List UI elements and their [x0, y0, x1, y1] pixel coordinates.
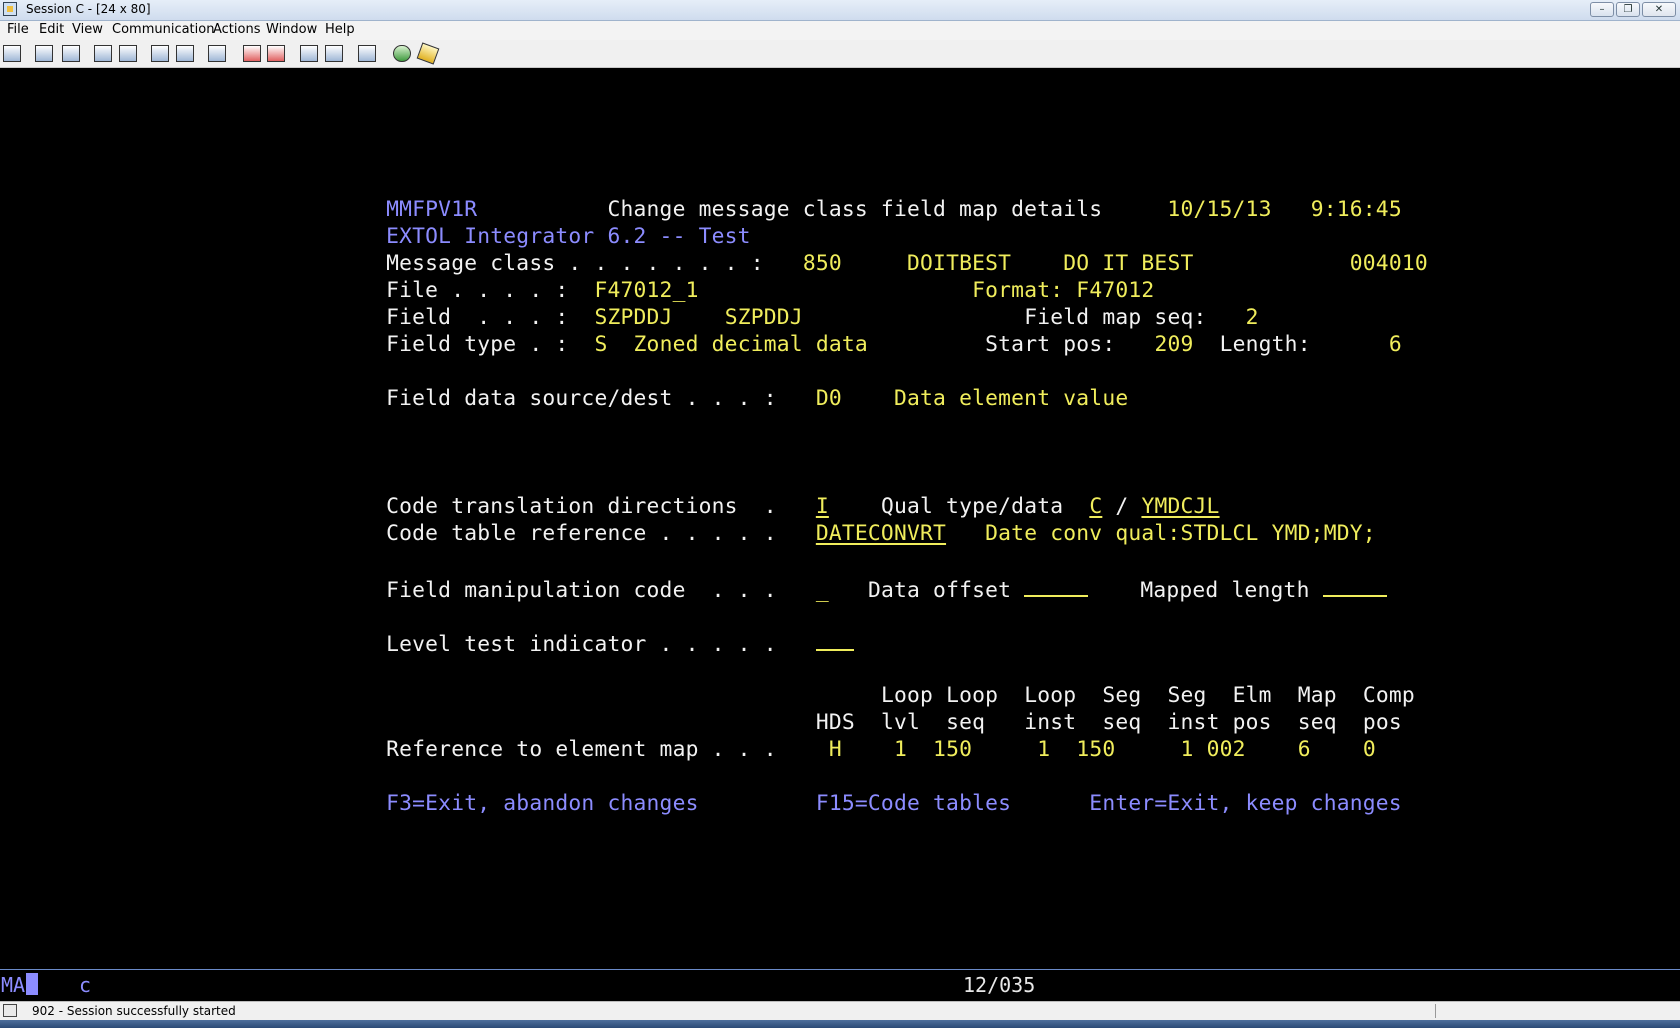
length-value: 6 — [1388, 332, 1402, 357]
level-test-row: Level test indicator . . . . . — [334, 603, 854, 657]
source-desc: Data element value — [893, 386, 1129, 411]
source-code: D0 — [815, 386, 842, 411]
start-pos-label: Start pos: — [985, 332, 1116, 357]
cursor-position: 12/035 — [963, 973, 1036, 997]
f15-code-tables-key[interactable]: F15=Code tables — [816, 791, 1011, 816]
title-bar: Session C - [24 x 80] – ❐ ✕ — [0, 0, 1680, 21]
print-screen-icon[interactable] — [3, 45, 21, 62]
code-translation-row: Code translation directions . I Qual typ… — [334, 468, 1400, 519]
ref-seg-seq: 150 — [1076, 737, 1116, 762]
source-label: Field data source/dest . . . : — [386, 386, 777, 411]
code-table-row: Code table reference . . . . . DATECONVR… — [334, 495, 1376, 546]
menu-bar: File Edit View Communication Actions Win… — [0, 21, 1680, 40]
ref-header-bottom: HDS lvl seq inst seq inst pos seq pos — [334, 684, 1402, 735]
cursor-block — [26, 973, 38, 995]
terminal-screen[interactable]: MMFPV1R Change message class field map d… — [0, 68, 1680, 968]
field-type-code: S — [594, 332, 608, 357]
manipulation-label: Field manipulation code . . . — [386, 578, 777, 603]
menu-view[interactable]: View — [70, 22, 105, 37]
field-type-label: Field type . : — [386, 332, 569, 357]
ref-seg-inst: 1 — [1180, 737, 1194, 762]
clipboard-icon[interactable] — [358, 45, 376, 62]
function-keys-row: F3=Exit, abandon changes F15=Code tables… — [334, 765, 1402, 816]
ref-hds: H — [828, 737, 842, 762]
length-label: Length: — [1219, 332, 1311, 357]
oia-ma: MA — [1, 973, 26, 997]
ref-loop-inst: 1 — [1037, 737, 1051, 762]
field-type-row: Field type . : S Zoned decimal data Star… — [334, 306, 1402, 357]
menu-help[interactable]: Help — [323, 22, 357, 37]
ref-map-seq: 6 — [1297, 737, 1311, 762]
taskbar — [0, 1020, 1680, 1028]
data-offset-input[interactable] — [1024, 575, 1089, 597]
code-table-desc: Date conv qual:STDLCL YMD;MDY; — [985, 521, 1376, 546]
copy-icon[interactable] — [35, 45, 53, 62]
ref-comp-pos: 0 — [1362, 737, 1376, 762]
field-row: Field . . . : SZPDDJ SZPDDJ Field map se… — [334, 279, 1259, 330]
menu-communication[interactable]: Communication — [110, 22, 216, 37]
minimize-button[interactable]: – — [1590, 2, 1614, 17]
ref-label: Reference to element map . . . — [386, 737, 777, 762]
mapped-length-input[interactable] — [1322, 575, 1387, 597]
operator-info-area: MA c 12/035 — [0, 970, 1680, 1000]
menu-edit[interactable]: Edit — [37, 22, 66, 37]
stop-macro-icon[interactable] — [267, 45, 285, 62]
window-title: Session C - [24 x 80] — [26, 2, 151, 16]
menu-file[interactable]: File — [5, 22, 31, 37]
file-row: File . . . . : F47012_1 Format: F47012 — [334, 252, 1154, 303]
oia-indicator: c — [79, 973, 92, 997]
f3-exit-key[interactable]: F3=Exit, abandon changes — [386, 791, 699, 816]
ref-header-top: Loop Loop Loop Seg Seg Elm Map Comp — [334, 657, 1415, 708]
keypad-icon[interactable] — [176, 45, 194, 62]
code-table-label: Code table reference . . . . . — [386, 521, 777, 546]
status-bar: 902 - Session successfully started — [0, 1001, 1680, 1020]
close-button[interactable]: ✕ — [1642, 2, 1676, 17]
quick-macro-icon[interactable] — [325, 45, 343, 62]
menu-actions[interactable]: Actions — [211, 22, 263, 37]
receive-icon[interactable] — [119, 45, 137, 62]
globe-icon[interactable] — [393, 45, 411, 62]
tag-icon[interactable] — [416, 42, 440, 65]
macro-icon[interactable] — [208, 45, 226, 62]
field-type-desc: Zoned decimal data — [633, 332, 868, 357]
screen-date: 10/15/13 — [1167, 197, 1272, 222]
data-offset-label: Data offset — [867, 578, 1012, 603]
ref-loop-seq: 150 — [933, 737, 973, 762]
manipulation-row: Field manipulation code . . . _ Data off… — [334, 549, 1387, 603]
menu-window[interactable]: Window — [264, 22, 319, 37]
ref-values-row: Reference to element map . . . H 1 150 1… — [334, 711, 1376, 762]
screen-time: 9:16:45 — [1310, 197, 1402, 222]
manipulation-input[interactable]: _ — [816, 578, 829, 603]
send-icon[interactable] — [94, 45, 112, 62]
message-class-row: Message class . . . . . . . : 850 DOITBE… — [334, 225, 1428, 276]
source-row: Field data source/dest . . . : D0 Data e… — [334, 360, 1128, 411]
enter-exit-key[interactable]: Enter=Exit, keep changes — [1089, 791, 1402, 816]
session-app-icon — [3, 2, 17, 16]
mapped-length-label: Mapped length — [1140, 578, 1310, 603]
ref-elm-pos: 002 — [1206, 737, 1246, 762]
display-icon[interactable] — [151, 45, 169, 62]
session-status-icon — [3, 1004, 17, 1017]
paste-icon[interactable] — [62, 45, 80, 62]
status-message: 902 - Session successfully started — [32, 1004, 236, 1018]
play-macro-icon[interactable] — [300, 45, 318, 62]
message-version: 004010 — [1349, 251, 1428, 276]
level-test-input[interactable] — [815, 629, 854, 651]
level-test-label: Level test indicator . . . . . — [386, 632, 777, 657]
code-table-input[interactable]: DATECONVRT — [816, 521, 946, 546]
header-row: MMFPV1R Change message class field map d… — [334, 171, 1402, 222]
record-macro-icon[interactable] — [243, 45, 261, 62]
toolbar — [0, 40, 1680, 68]
subtitle-row: EXTOL Integrator 6.2 -- Test — [334, 198, 751, 249]
start-pos-value: 209 — [1154, 332, 1194, 357]
ref-loop-lvl: 1 — [893, 737, 907, 762]
status-separator — [1435, 1004, 1436, 1018]
maximize-button[interactable]: ❐ — [1616, 2, 1640, 17]
